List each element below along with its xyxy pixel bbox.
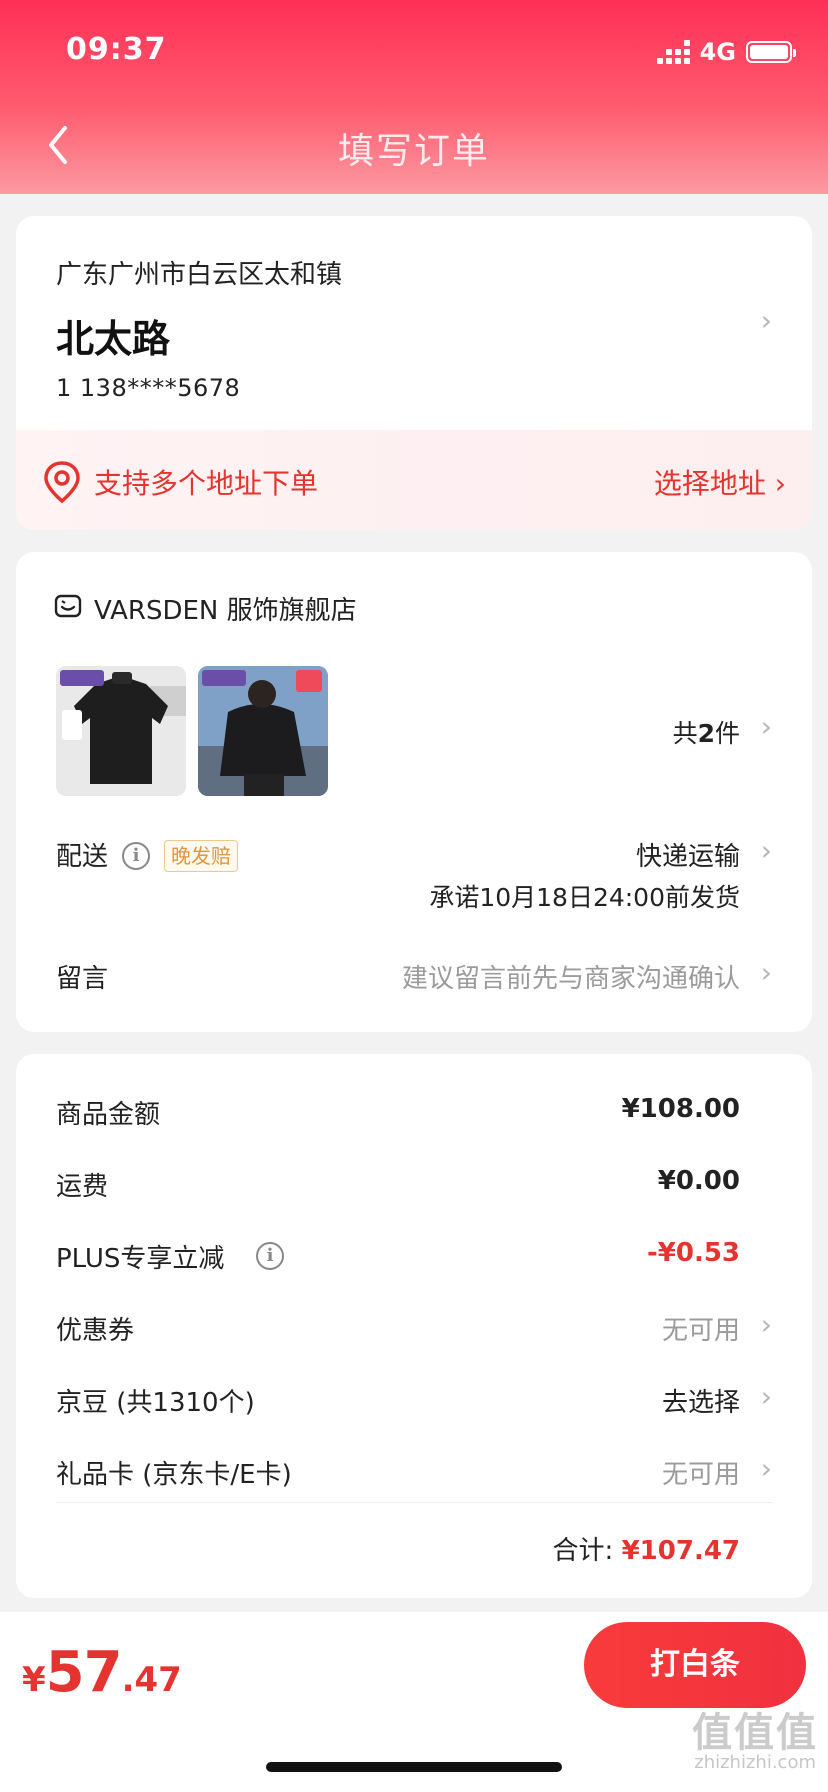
pay-amount: ¥57.47 <box>22 1640 182 1705</box>
total-row: 合计: ¥107.47 <box>553 1530 740 1567</box>
battery-icon <box>746 41 796 63</box>
delivery-promise: 承诺10月18日24:00前发货 <box>429 883 740 912</box>
chevron-right-icon: › <box>760 1452 772 1485</box>
multi-address-text: 支持多个地址下单 <box>94 467 319 500</box>
shop-name[interactable]: VARSDEN 服饰旗舰店 <box>94 590 357 627</box>
status-bar: 09:37 4G <box>0 0 828 104</box>
pay-currency: ¥ <box>22 1660 46 1700</box>
home-indicator[interactable] <box>266 1762 562 1772</box>
pay-amount-integer: 57 <box>45 1640 123 1705</box>
price-row-shipping: 运费 ¥0.00 <box>56 1166 772 1206</box>
price-row-plus-discount: PLUS专享立减 i -¥0.53 <box>56 1238 772 1278</box>
pay-button[interactable]: 打白条 <box>584 1622 806 1708</box>
price-row-value: ¥0.00 <box>657 1166 740 1196</box>
item-count-prefix: 共 <box>672 719 698 748</box>
signal-icon <box>656 40 690 64</box>
product-thumbnail[interactable] <box>198 666 328 796</box>
price-row-jingdou[interactable]: 京豆 (共1310个) 去选择 › <box>56 1380 772 1422</box>
address-street: 北太路 <box>56 317 171 361</box>
price-row-coupon[interactable]: 优惠券 无可用 › <box>56 1308 772 1350</box>
price-row-label: 礼品卡 (京东卡/E卡) <box>56 1460 292 1490</box>
page-title: 填写订单 <box>337 131 490 172</box>
price-row-value: 无可用 <box>661 1316 740 1346</box>
price-row-label: 京豆 (共1310个) <box>56 1388 255 1418</box>
late-compensation-tag: 晚发赔 <box>164 840 238 872</box>
chevron-right-icon: › <box>760 834 772 867</box>
multi-address-bar[interactable]: 支持多个地址下单 选择地址 › <box>16 430 812 530</box>
chevron-right-icon: › <box>760 304 772 337</box>
price-row-goods: 商品金额 ¥108.00 <box>56 1094 772 1134</box>
status-indicators: 4G <box>656 38 796 66</box>
chevron-right-icon: › <box>760 1308 772 1341</box>
address-region: 广东广州市白云区太和镇 <box>56 260 343 290</box>
info-icon[interactable]: i <box>256 1242 284 1270</box>
sweater-image <box>56 666 186 796</box>
item-count-number: 2 <box>697 719 715 748</box>
pay-amount-decimal: .47 <box>121 1660 182 1700</box>
price-row-label: 运费 <box>56 1172 109 1202</box>
delivery-method[interactable]: 快递运输 <box>636 836 740 873</box>
status-time: 09:37 <box>66 32 167 67</box>
price-row-giftcard[interactable]: 礼品卡 (京东卡/E卡) 无可用 › <box>56 1452 772 1494</box>
total-label: 合计: <box>552 1536 622 1566</box>
price-row-value: 去选择 <box>661 1388 740 1418</box>
watermark-url: zhizhizhi.com <box>694 1752 816 1773</box>
price-row-label: 商品金额 <box>56 1100 161 1130</box>
message-input[interactable]: 建议留言前先与商家沟通确认 <box>402 958 740 995</box>
shop-icon <box>54 594 82 618</box>
network-label: 4G <box>699 38 736 66</box>
chevron-right-icon: › <box>760 1380 772 1413</box>
price-row-label: 优惠券 <box>56 1316 135 1346</box>
price-row-label: PLUS专享立减 <box>56 1244 225 1274</box>
info-icon[interactable]: i <box>122 842 150 870</box>
jacket-image <box>198 666 328 796</box>
price-row-value: -¥0.53 <box>646 1238 740 1268</box>
order-card: VARSDEN 服饰旗舰店 共2件 › 配送 i 晚发赔 快递运输 承诺10月1… <box>16 552 812 1032</box>
select-address-link[interactable]: 选择地址 › <box>654 462 786 502</box>
watermark-logo: 值值值 <box>692 1710 818 1756</box>
message-label: 留言 <box>56 964 109 994</box>
location-pin-icon <box>44 461 80 504</box>
address-card[interactable]: 广东广州市白云区太和镇 北太路 1 138****5678 › 支持多个地址下单… <box>16 216 812 530</box>
price-card: 商品金额 ¥108.00 运费 ¥0.00 PLUS专享立减 i -¥0.53 … <box>16 1054 812 1598</box>
chevron-right-icon: › <box>760 956 772 989</box>
header: 09:37 4G 填写订单 <box>0 0 828 194</box>
total-value: ¥107.47 <box>621 1536 740 1566</box>
item-count[interactable]: 共2件 <box>673 714 740 750</box>
product-thumbnail[interactable] <box>56 666 186 796</box>
delivery-label: 配送 <box>56 842 109 872</box>
price-row-value: ¥108.00 <box>621 1094 740 1124</box>
item-count-suffix: 件 <box>714 719 740 748</box>
price-row-value: 无可用 <box>661 1460 740 1490</box>
address-contact: 1 138****5678 <box>56 374 241 402</box>
chevron-right-icon: › <box>760 710 772 743</box>
divider <box>56 1502 772 1503</box>
